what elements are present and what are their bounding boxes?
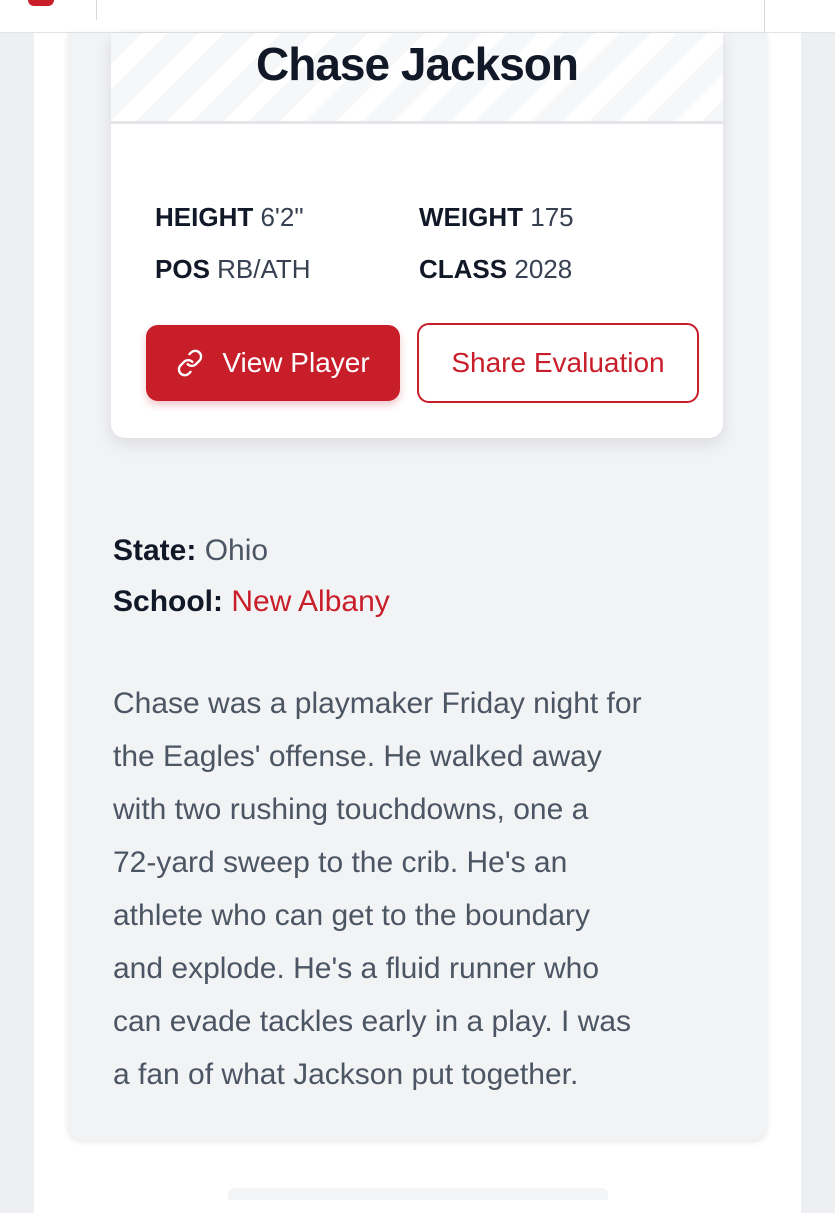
share-evaluation-button[interactable]: Share Evaluation — [417, 323, 699, 403]
evaluation-line: the Eagles' offense. He walked away — [113, 740, 602, 773]
evaluation-line: 72-yard sweep to the crib. He's an — [113, 846, 568, 879]
school-line: School: New Albany — [113, 587, 390, 617]
view-player-button[interactable]: View Player — [146, 325, 400, 401]
height-stat: HEIGHT 6'2" — [155, 204, 304, 230]
weight-stat: WEIGHT 175 — [419, 204, 574, 230]
player-name: Chase Jackson — [256, 38, 579, 90]
view-player-label: View Player — [222, 347, 370, 378]
school-link[interactable]: New Albany — [231, 585, 389, 618]
evaluation-line: can evade tackles early in a play. I was — [113, 1005, 632, 1038]
evaluation-line: and explode. He's a fluid runner who — [113, 952, 600, 985]
state-label: State: — [113, 534, 197, 567]
evaluation-line: athlete who can get to the boundary — [113, 899, 591, 932]
share-evaluation-label: Share Evaluation — [451, 347, 665, 378]
header-divider — [764, 0, 765, 32]
weight-label: WEIGHT — [419, 202, 523, 232]
class-value: 2028 — [514, 254, 573, 284]
state-value: Ohio — [204, 534, 269, 567]
height-value: 6'2" — [260, 202, 304, 232]
height-label: HEIGHT — [155, 202, 254, 232]
position-value: RB/ATH — [217, 254, 311, 284]
player-card: Chase Jackson HEIGHT 6'2" WEIGHT 175 POS… — [111, 33, 723, 438]
school-label: School: — [113, 585, 223, 618]
class-stat: CLASS 2028 — [419, 256, 572, 282]
header-divider — [96, 0, 97, 20]
class-label: CLASS — [419, 254, 508, 284]
state-line: State: Ohio — [113, 536, 268, 566]
link-icon — [176, 349, 204, 377]
evaluation-line: with two rushing touchdowns, one a — [113, 793, 589, 826]
next-card-preview — [228, 1188, 608, 1200]
top-header — [0, 0, 835, 33]
brand-logo[interactable] — [28, 0, 54, 6]
position-stat: POS RB/ATH — [155, 256, 311, 282]
evaluation-text: Chase was a playmaker Friday night for t… — [113, 677, 733, 1101]
evaluation-line: a fan of what Jackson put together. — [113, 1058, 579, 1091]
weight-value: 175 — [530, 202, 574, 232]
position-label: POS — [155, 254, 210, 284]
evaluation-line: Chase was a playmaker Friday night for — [113, 687, 642, 720]
